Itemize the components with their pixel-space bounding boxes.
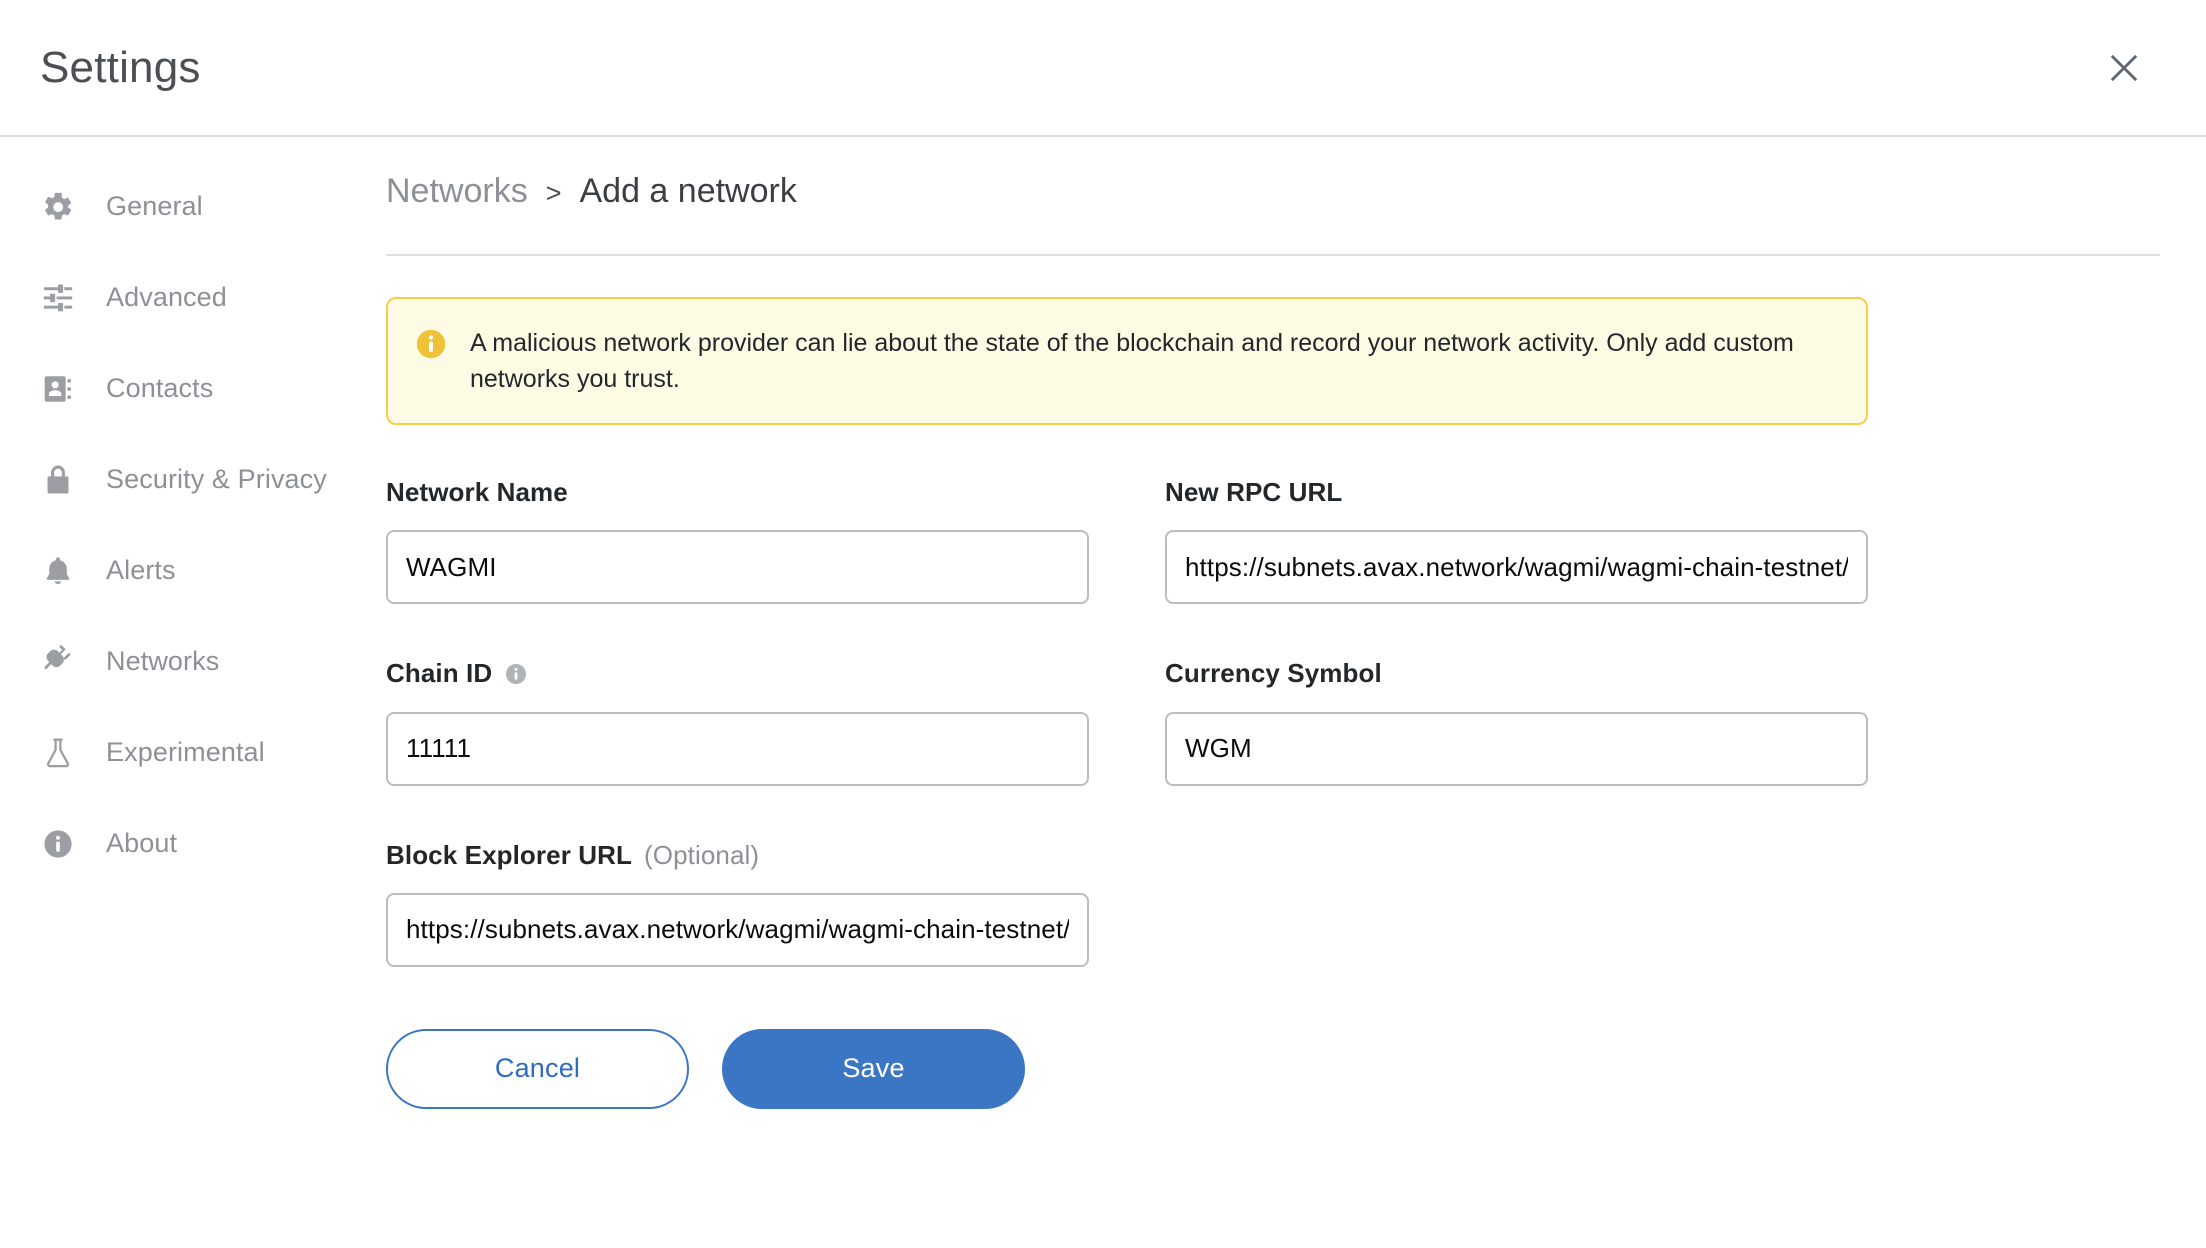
cancel-button[interactable]: Cancel bbox=[386, 1028, 689, 1109]
malicious-network-warning-banner: A malicious network provider can lie abo… bbox=[386, 296, 1868, 426]
chain-id-label: Chain ID bbox=[386, 658, 1089, 689]
warning-text: A malicious network provider can lie abo… bbox=[470, 328, 1794, 394]
bell-icon bbox=[36, 554, 80, 588]
network-name-value: WAGMI bbox=[406, 551, 497, 582]
currency-symbol-input[interactable]: WGM bbox=[1165, 711, 1868, 786]
close-button[interactable] bbox=[2096, 40, 2152, 96]
block-explorer-url-label-text: Block Explorer URL bbox=[386, 839, 632, 870]
lock-icon bbox=[36, 463, 80, 497]
field-chain-id: Chain ID 11111 bbox=[386, 658, 1089, 786]
sidebar-item-general[interactable]: General bbox=[0, 161, 386, 252]
sidebar-item-alerts[interactable]: Alerts bbox=[0, 525, 386, 616]
block-explorer-url-value: https://subnets.avax.network/wagmi/wagmi… bbox=[406, 914, 1069, 945]
sidebar-item-label: Advanced bbox=[106, 282, 227, 312]
field-network-name: Network Name WAGMI bbox=[386, 477, 1089, 605]
sidebar-item-label: Alerts bbox=[106, 555, 176, 585]
gear-icon bbox=[36, 190, 80, 224]
sidebar-item-security-privacy[interactable]: Security & Privacy bbox=[0, 434, 386, 525]
settings-content: Networks > Add a network A malicious net… bbox=[386, 137, 2206, 1248]
sidebar-item-label: General bbox=[106, 191, 203, 221]
currency-symbol-label: Currency Symbol bbox=[1165, 658, 1382, 689]
optional-note: (Optional) bbox=[643, 839, 760, 870]
breadcrumb-networks-link[interactable]: Networks bbox=[386, 171, 528, 212]
network-name-input[interactable]: WAGMI bbox=[386, 530, 1089, 605]
sidebar-item-label: Contacts bbox=[106, 373, 214, 403]
chain-id-label-text: Chain ID bbox=[386, 658, 493, 689]
close-icon bbox=[2110, 54, 2138, 81]
rpc-url-value: https://subnets.avax.network/wagmi/wagmi… bbox=[1185, 551, 1848, 582]
form-actions: Cancel Save bbox=[386, 1021, 1868, 1109]
contact-book-icon bbox=[36, 372, 80, 406]
info-circle-icon bbox=[414, 327, 448, 361]
window-header: Settings bbox=[0, 0, 2206, 137]
field-rpc-url: New RPC URL https://subnets.avax.network… bbox=[1165, 477, 1868, 605]
network-name-label: Network Name bbox=[386, 477, 568, 508]
sidebar-item-label: About bbox=[106, 828, 178, 858]
settings-window: Settings General Advanced Contacts Secur… bbox=[0, 0, 2206, 1248]
chevron-right-icon: > bbox=[545, 178, 562, 208]
sidebar-item-label: Security & Privacy bbox=[106, 464, 327, 494]
rpc-url-label: New RPC URL bbox=[1165, 477, 1343, 508]
sidebar-item-experimental[interactable]: Experimental bbox=[0, 707, 386, 798]
sidebar-item-label: Networks bbox=[106, 646, 220, 676]
sidebar-item-label: Experimental bbox=[106, 737, 265, 767]
save-button[interactable]: Save bbox=[722, 1028, 1025, 1109]
chain-id-input[interactable]: 11111 bbox=[386, 711, 1089, 786]
add-network-form: Network Name WAGMI New RPC URL https://s… bbox=[386, 477, 1868, 1163]
page-title: Settings bbox=[40, 42, 201, 92]
block-explorer-url-input[interactable]: https://subnets.avax.network/wagmi/wagmi… bbox=[386, 892, 1089, 967]
info-circle-icon bbox=[36, 827, 80, 861]
plug-icon bbox=[36, 644, 80, 680]
sliders-icon bbox=[36, 281, 80, 315]
breadcrumb-current: Add a network bbox=[579, 172, 797, 210]
sidebar-item-about[interactable]: About bbox=[0, 798, 386, 889]
window-body: General Advanced Contacts Security & Pri… bbox=[0, 137, 2206, 1248]
info-circle-icon[interactable] bbox=[504, 662, 528, 686]
chain-id-value: 11111 bbox=[406, 733, 472, 764]
field-block-explorer-url: Block Explorer URL (Optional) https://su… bbox=[386, 840, 1089, 967]
flask-icon bbox=[36, 736, 80, 770]
field-currency-symbol: Currency Symbol WGM bbox=[1165, 658, 1868, 786]
settings-sidebar: General Advanced Contacts Security & Pri… bbox=[0, 137, 386, 1248]
sidebar-item-networks[interactable]: Networks bbox=[0, 616, 386, 707]
rpc-url-input[interactable]: https://subnets.avax.network/wagmi/wagmi… bbox=[1165, 530, 1868, 605]
breadcrumb: Networks > Add a network bbox=[386, 137, 2160, 212]
breadcrumb-divider bbox=[386, 253, 2160, 256]
block-explorer-url-label: Block Explorer URL (Optional) bbox=[386, 840, 1089, 871]
currency-symbol-value: WGM bbox=[1185, 733, 1252, 764]
sidebar-item-advanced[interactable]: Advanced bbox=[0, 252, 386, 343]
sidebar-item-contacts[interactable]: Contacts bbox=[0, 343, 386, 434]
